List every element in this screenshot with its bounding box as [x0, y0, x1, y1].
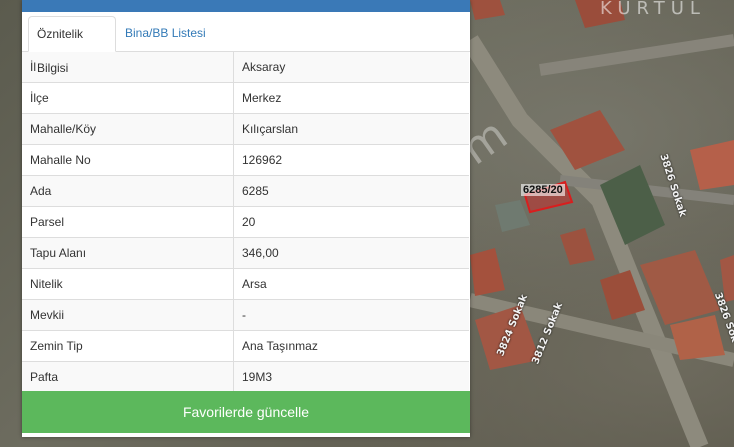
attribute-value: 20: [233, 206, 469, 238]
update-favorites-button[interactable]: Favorilerde güncelle: [22, 391, 470, 433]
attribute-value: -: [233, 299, 469, 331]
attribute-value: Arsa: [233, 268, 469, 300]
attribute-value: 126962: [233, 144, 469, 176]
table-row: İl Aksaray: [22, 52, 469, 83]
attribute-key: Ada: [22, 175, 234, 207]
tab-bar: Öznitelik Bilgisi Bina/BB Listesi: [22, 12, 470, 75]
attribute-table: İl Aksaray İlçe Merkez Mahalle/Köy Kılıçars…: [22, 52, 469, 392]
attribute-key: Parsel: [22, 206, 234, 238]
building-roof: [470, 0, 505, 20]
attribute-key: Tapu Alanı: [22, 237, 234, 269]
attribute-key: Pafta: [22, 361, 234, 392]
table-row: Ada 6285: [22, 175, 469, 207]
table-row: Pafta 19M3: [22, 361, 469, 392]
attribute-key: Zemin Tip: [22, 330, 234, 362]
table-row: İlçe Merkez: [22, 82, 469, 114]
attribute-key: Nitelik: [22, 268, 234, 300]
building-roof: [495, 200, 530, 232]
tab-building-list[interactable]: Bina/BB Listesi: [117, 16, 214, 50]
attribute-key: Mevkii: [22, 299, 234, 331]
building-roof: [690, 140, 734, 190]
attribute-value: Aksaray: [233, 52, 469, 83]
attribute-value: 6285: [233, 175, 469, 207]
parcel-label[interactable]: 6285/20: [521, 184, 565, 196]
table-row: Nitelik Arsa: [22, 268, 469, 300]
tab-attribute-info[interactable]: Öznitelik Bilgisi: [28, 16, 116, 75]
attribute-value: Merkez: [233, 82, 469, 114]
district-label: KURTUL: [600, 0, 706, 19]
table-row: Parsel 20: [22, 206, 469, 238]
panel-header-bar: [22, 0, 470, 12]
table-row: Mahalle/Köy Kılıçarslan: [22, 113, 469, 145]
attribute-key: Mahalle No: [22, 144, 234, 176]
table-row: Mahalle No 126962: [22, 144, 469, 176]
building-roof: [560, 228, 595, 265]
building-roof: [670, 315, 725, 360]
table-row: Mevkii -: [22, 299, 469, 331]
info-panel: Öznitelik Bilgisi Bina/BB Listesi İl Aksa…: [22, 0, 470, 437]
table-row: Zemin Tip Ana Taşınmaz: [22, 330, 469, 362]
road: [539, 34, 734, 76]
attribute-value: Ana Taşınmaz: [233, 330, 469, 362]
table-row: Tapu Alanı 346,00: [22, 237, 469, 269]
attribute-key: Mahalle/Köy: [22, 113, 234, 145]
building-roof: [470, 248, 505, 296]
attribute-value: 19M3: [233, 361, 469, 392]
attribute-value: Kılıçarslan: [233, 113, 469, 145]
attribute-key: İlçe: [22, 82, 234, 114]
attribute-value: 346,00: [233, 237, 469, 269]
